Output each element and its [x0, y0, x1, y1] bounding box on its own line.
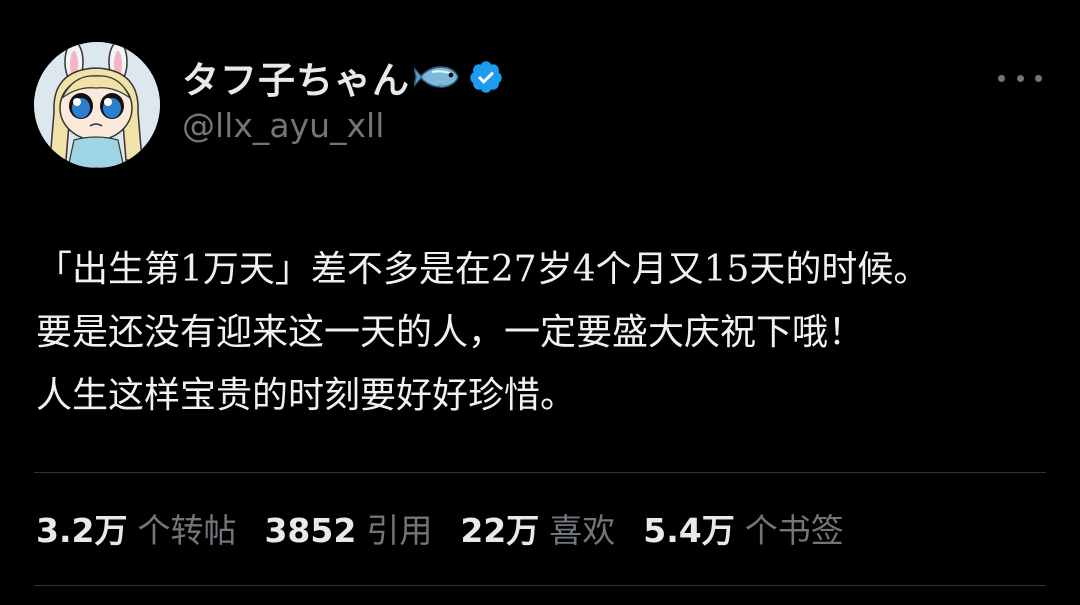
verified-badge-icon[interactable] [468, 59, 504, 95]
likes-stat[interactable]: 22万 喜欢 [460, 504, 615, 552]
display-name[interactable]: タフ子ちゃん [182, 50, 410, 104]
reposts-label: 个转帖 [137, 511, 237, 550]
more-dot-icon [1035, 74, 1042, 82]
tweet-text-line: 「出生第1万天」差不多是在27岁4个月又15天的时候。 [36, 249, 930, 290]
author-header: タフ子ちゃん @llx_ayu_xll [182, 54, 504, 145]
quotes-label: 引用 [366, 511, 433, 550]
more-dot-icon [1016, 74, 1024, 82]
tweet-card: タフ子ちゃん @llx_ayu_xll 「出生第1万天」差不多是在27岁4个月又… [0, 0, 1080, 605]
avatar[interactable] [34, 42, 160, 168]
more-dot-icon [998, 74, 1005, 82]
reposts-count: 3.2万 [36, 511, 128, 550]
bookmarks-stat[interactable]: 5.4万 个书签 [643, 504, 843, 552]
likes-label: 喜欢 [549, 511, 616, 550]
name-row: タフ子ちゃん [182, 54, 504, 102]
quotes-stat[interactable]: 3852 引用 [264, 504, 432, 552]
quotes-count: 3852 [264, 511, 357, 550]
engagement-stats: 3.2万 个转帖 3852 引用 22万 喜欢 5.4万 个书签 [36, 504, 872, 552]
reposts-stat[interactable]: 3.2万 个转帖 [36, 504, 236, 552]
tweet-text-line: 要是还没有迎来这一天的人，一定要盛大庆祝下哦！ [36, 312, 865, 353]
likes-count: 22万 [460, 511, 540, 550]
tweet-text: 「出生第1万天」差不多是在27岁4个月又15天的时候。 要是还没有迎来这一天的人… [36, 238, 1056, 427]
avatar-image [34, 42, 160, 168]
bookmarks-label: 个书签 [744, 511, 844, 550]
fish-icon [414, 66, 459, 88]
bookmarks-count: 5.4万 [643, 511, 735, 550]
divider [34, 472, 1046, 473]
handle[interactable]: @llx_ayu_xll [182, 106, 504, 145]
more-options-button[interactable] [998, 68, 1042, 88]
divider [34, 585, 1046, 586]
tweet-text-line: 人生这样宝贵的时刻要好好珍惜。 [36, 375, 577, 416]
